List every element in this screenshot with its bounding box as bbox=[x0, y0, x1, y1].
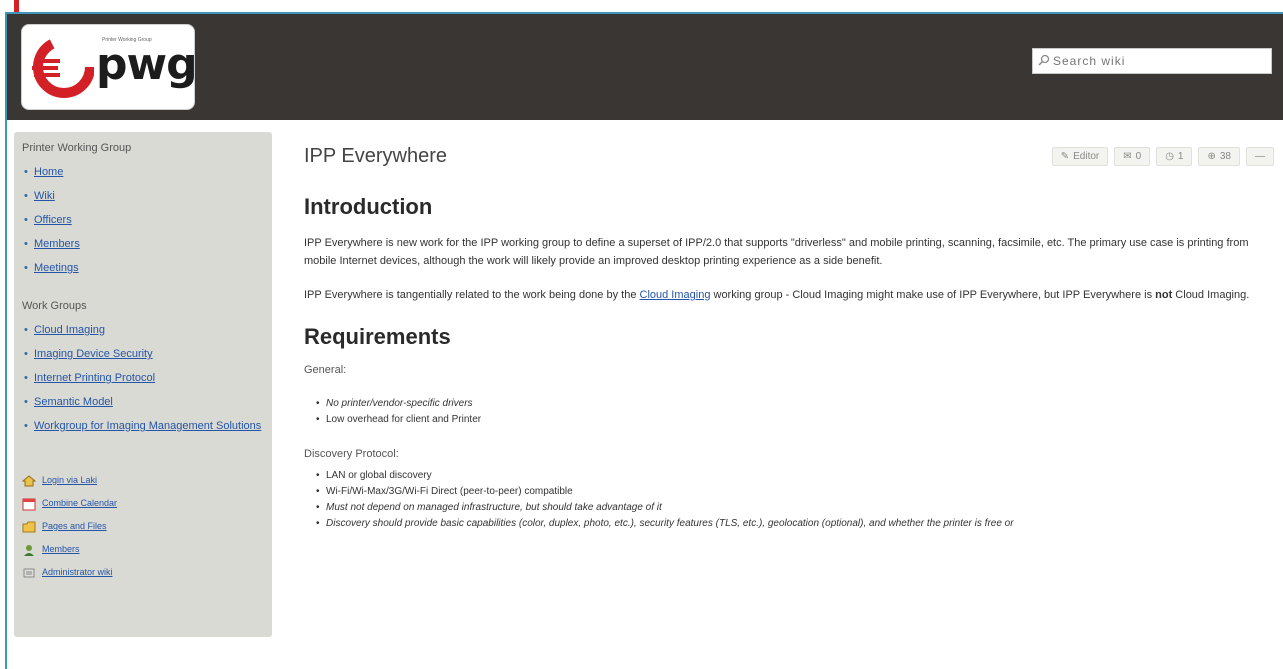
search-box[interactable] bbox=[1032, 48, 1272, 74]
site-header: Printer Working Group pwg bbox=[7, 14, 1283, 120]
sidebar-item-imaging-device-security: Imaging Device Security bbox=[22, 342, 264, 366]
page-toolbar: ✎ Editor ✉ 0 ◷ 1 ⊕ 38 — bbox=[1051, 147, 1274, 166]
search-input[interactable] bbox=[1053, 52, 1263, 70]
sidebar-tools: Login via Laki Combine Calendar Pages an… bbox=[22, 469, 264, 584]
sidebar-tool-link[interactable]: Members bbox=[42, 538, 80, 561]
history-count: 1 bbox=[1177, 151, 1184, 162]
top-accent-bar bbox=[0, 0, 1283, 12]
intro-heading: Introduction bbox=[304, 194, 433, 219]
sidebar-item-semantic-model: Semantic Model bbox=[22, 390, 264, 414]
main-content: IPP Everywhere ✎ Editor ✉ 0 ◷ 1 ⊕ 38 — Intro… bbox=[304, 145, 1274, 552]
general-list: No printer/vendor-specific drivers Low o… bbox=[316, 396, 1274, 428]
sidebar-link[interactable]: Officers bbox=[34, 214, 72, 226]
views-count: 38 bbox=[1219, 151, 1231, 162]
edit-icon: ✎ bbox=[1060, 151, 1070, 162]
sidebar-item-meetings: Meetings bbox=[22, 256, 264, 280]
general-label: General: bbox=[304, 364, 347, 376]
comment-icon: ✉ bbox=[1123, 151, 1132, 162]
sidebar-link[interactable]: Cloud Imaging bbox=[34, 324, 105, 336]
sidebar-item-cloud-imaging: Cloud Imaging bbox=[22, 318, 264, 342]
sidebar-item-ipp: Internet Printing Protocol bbox=[22, 366, 264, 390]
sidebar-link[interactable]: Meetings bbox=[34, 262, 79, 274]
sidebar-link[interactable]: Semantic Model bbox=[34, 396, 113, 408]
intro-paragraph: IPP Everywhere is new work for the IPP w… bbox=[304, 237, 1249, 267]
sidebar-tool-members: Members bbox=[22, 538, 264, 561]
files-icon bbox=[22, 521, 36, 532]
more-button[interactable]: — bbox=[1246, 147, 1274, 166]
list-item-text: Must not depend on managed infrastructur… bbox=[326, 502, 662, 513]
menu-icon: — bbox=[1255, 151, 1265, 162]
sidebar-link[interactable]: Internet Printing Protocol bbox=[34, 372, 155, 384]
discovery-label: Discovery Protocol: bbox=[304, 448, 399, 460]
sidebar-item-wiki: Wiki bbox=[22, 184, 264, 208]
sidebar-heading-work: Work Groups bbox=[22, 300, 87, 312]
calendar-icon bbox=[22, 498, 36, 510]
sidebar-item-members: Members bbox=[22, 232, 264, 256]
list-item-text: No printer/vendor-specific drivers bbox=[326, 398, 473, 409]
list-item: Low overhead for client and Printer bbox=[316, 412, 1274, 428]
list-item-text: Discovery should provide basic capabilit… bbox=[326, 518, 1014, 529]
list-item: No printer/vendor-specific drivers bbox=[316, 396, 1274, 412]
pwg-swoosh-icon bbox=[32, 36, 94, 98]
sidebar-link[interactable]: Imaging Device Security bbox=[34, 348, 153, 360]
discovery-list: LAN or global discovery Wi-Fi/Wi-Max/3G/… bbox=[316, 468, 1274, 532]
admin-icon bbox=[23, 568, 35, 577]
search-icon bbox=[1038, 54, 1050, 66]
sidebar-link[interactable]: Wiki bbox=[34, 190, 55, 202]
sidebar-tool-login: Login via Laki bbox=[22, 469, 264, 492]
text-run: working group - Cloud Imaging might make… bbox=[710, 289, 1156, 301]
sidebar-link[interactable]: Workgroup for Imaging Management Solutio… bbox=[34, 420, 261, 432]
history-icon: ◷ bbox=[1165, 151, 1174, 162]
cloud-imaging-link[interactable]: Cloud Imaging bbox=[640, 289, 711, 301]
comments-count: 0 bbox=[1135, 151, 1142, 162]
globe-icon: ⊕ bbox=[1207, 151, 1216, 162]
sidebar-link[interactable]: Home bbox=[34, 166, 63, 178]
sidebar-item-officers: Officers bbox=[22, 208, 264, 232]
sidebar-tool-calendar: Combine Calendar bbox=[22, 492, 264, 515]
list-item: Discovery should provide basic capabilit… bbox=[316, 516, 1274, 532]
list-item: Must not depend on managed infrastructur… bbox=[316, 500, 1274, 516]
sidebar-tool-admin: Administrator wiki bbox=[22, 561, 264, 584]
sidebar-group-links: Home Wiki Officers Members Meetings bbox=[22, 160, 264, 280]
sidebar-tool-files: Pages and Files bbox=[22, 515, 264, 538]
sidebar-link[interactable]: Members bbox=[34, 238, 80, 250]
comments-button[interactable]: ✉ 0 bbox=[1114, 147, 1151, 166]
sidebar-heading-group: Printer Working Group bbox=[22, 142, 132, 154]
views-button[interactable]: ⊕ 38 bbox=[1198, 147, 1240, 166]
edit-button[interactable]: ✎ Editor bbox=[1051, 147, 1109, 166]
sidebar-tool-link[interactable]: Administrator wiki bbox=[42, 561, 113, 584]
text-run: Cloud Imaging. bbox=[1172, 289, 1250, 301]
logo-text: pwg bbox=[96, 39, 198, 90]
edit-label: Editor bbox=[1073, 151, 1100, 162]
sidebar-item-home: Home bbox=[22, 160, 264, 184]
bold-text: not bbox=[1155, 289, 1173, 301]
list-item: Wi-Fi/Wi-Max/3G/Wi-Fi Direct (peer-to-pe… bbox=[316, 484, 1274, 500]
sidebar-tool-link[interactable]: Pages and Files bbox=[42, 515, 107, 538]
list-item: LAN or global discovery bbox=[316, 468, 1274, 484]
home-icon bbox=[22, 474, 36, 486]
pwg-logo[interactable]: Printer Working Group pwg bbox=[21, 24, 198, 110]
sidebar-tool-link[interactable]: Combine Calendar bbox=[42, 492, 117, 515]
requirements-heading: Requirements bbox=[304, 324, 451, 349]
sidebar-tool-link[interactable]: Login via Laki bbox=[42, 469, 97, 492]
sidebar-work-links: Cloud Imaging Imaging Device Security In… bbox=[22, 318, 264, 435]
intro-paragraph-2: IPP Everywhere is tangentially related t… bbox=[304, 286, 1274, 304]
text-run: IPP Everywhere is tangentially related t… bbox=[304, 289, 640, 301]
sidebar: Printer Working Group Home Wiki Officers… bbox=[14, 132, 272, 637]
sidebar-item-wims: Workgroup for Imaging Management Solutio… bbox=[22, 414, 264, 435]
history-button[interactable]: ◷ 1 bbox=[1156, 147, 1193, 166]
members-icon bbox=[24, 544, 34, 556]
